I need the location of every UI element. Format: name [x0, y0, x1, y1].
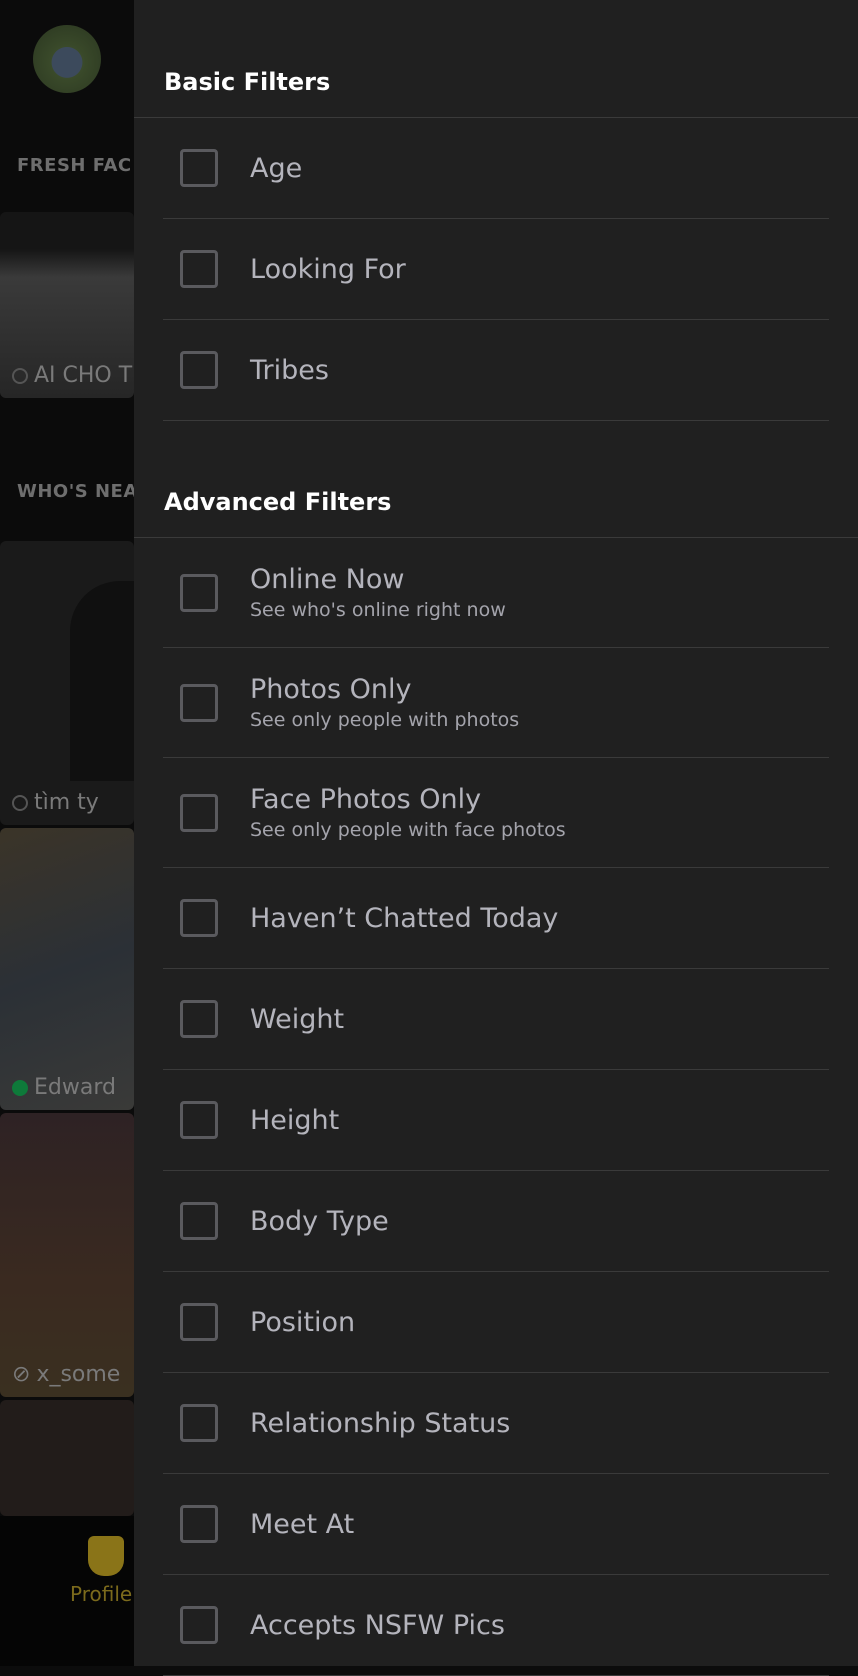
section-whos-near: WHO'S NEA: [17, 481, 134, 502]
filter-label: Weight: [250, 1003, 345, 1035]
section-fresh-faces: FRESH FAC: [17, 155, 132, 176]
filter-age[interactable]: Age: [163, 118, 829, 219]
card-name: AI CHO T: [34, 363, 133, 388]
filter-label: Tribes: [250, 354, 329, 386]
filter-photos-only[interactable]: Photos Only See only people with photos: [163, 648, 829, 758]
card-name: x_some: [36, 1362, 121, 1387]
profile-card[interactable]: Edward: [0, 828, 134, 1110]
background-grid: FRESH FAC AI CHO T WHO'S NEA tìm ty Edwa…: [0, 0, 134, 1666]
filter-description: See only people with photos: [250, 709, 520, 731]
profile-card[interactable]: AI CHO T: [0, 212, 134, 398]
profile-card[interactable]: ⊘ x_some: [0, 1113, 134, 1397]
offline-status-icon: [12, 367, 28, 384]
checkbox[interactable]: [180, 683, 218, 722]
checkbox[interactable]: [180, 793, 218, 832]
checkbox[interactable]: [180, 250, 218, 288]
filter-looking-for[interactable]: Looking For: [163, 219, 829, 320]
basic-filters-title: Basic Filters: [164, 68, 331, 96]
filter-label: Relationship Status: [250, 1407, 511, 1439]
avatar[interactable]: [33, 25, 101, 93]
silhouette-icon: [70, 581, 134, 781]
filter-weight[interactable]: Weight: [163, 969, 829, 1070]
filter-label: Online Now: [250, 564, 405, 595]
offline-status-icon: [12, 794, 28, 811]
checkbox[interactable]: [180, 1101, 218, 1139]
card-name: tìm ty: [34, 790, 99, 815]
profile-card[interactable]: tìm ty: [0, 541, 134, 825]
checkbox[interactable]: [180, 149, 218, 187]
filter-body-type[interactable]: Body Type: [163, 1171, 829, 1272]
checkbox[interactable]: [180, 899, 218, 937]
filter-havent-chatted[interactable]: Haven’t Chatted Today: [163, 868, 829, 969]
filters-drawer: Basic Filters Age Looking For Tribes Adv…: [134, 0, 858, 1676]
filter-accepts-nsfw[interactable]: Accepts NSFW Pics: [163, 1575, 829, 1676]
profile-mask-icon[interactable]: [88, 1536, 124, 1576]
filter-label: Looking For: [250, 253, 406, 285]
filter-label: Age: [250, 152, 303, 184]
checkbox[interactable]: [180, 1202, 218, 1240]
filter-position[interactable]: Position: [163, 1272, 829, 1373]
filter-tribes[interactable]: Tribes: [163, 320, 829, 421]
filter-label: Haven’t Chatted Today: [250, 902, 559, 934]
filter-description: See only people with face photos: [250, 819, 566, 841]
filter-meet-at[interactable]: Meet At: [163, 1474, 829, 1575]
away-status-icon: ⊘: [12, 1362, 31, 1387]
checkbox[interactable]: [180, 351, 218, 389]
checkbox[interactable]: [180, 1404, 218, 1442]
checkbox[interactable]: [180, 573, 218, 612]
profile-card[interactable]: [0, 1400, 134, 1516]
filter-label: Meet At: [250, 1508, 355, 1540]
filter-label: Body Type: [250, 1205, 389, 1237]
filter-label: Accepts NSFW Pics: [250, 1609, 505, 1641]
online-status-icon: [12, 1079, 28, 1096]
checkbox[interactable]: [180, 1000, 218, 1038]
checkbox[interactable]: [180, 1505, 218, 1543]
filter-label: Face Photos Only: [250, 784, 482, 815]
checkbox[interactable]: [180, 1606, 218, 1644]
filter-description: See who's online right now: [250, 599, 506, 621]
filter-face-photos-only[interactable]: Face Photos Only See only people with fac…: [163, 758, 829, 868]
advanced-filters-title: Advanced Filters: [164, 488, 392, 516]
nav-profile[interactable]: Profile: [70, 1582, 132, 1606]
filter-online-now[interactable]: Online Now See who's online right now: [163, 538, 829, 648]
filter-label: Height: [250, 1104, 340, 1136]
card-name: Edward: [34, 1075, 116, 1100]
filter-height[interactable]: Height: [163, 1070, 829, 1171]
checkbox[interactable]: [180, 1303, 218, 1341]
filter-relationship-status[interactable]: Relationship Status: [163, 1373, 829, 1474]
filter-label: Position: [250, 1306, 356, 1338]
filter-label: Photos Only: [250, 674, 412, 705]
